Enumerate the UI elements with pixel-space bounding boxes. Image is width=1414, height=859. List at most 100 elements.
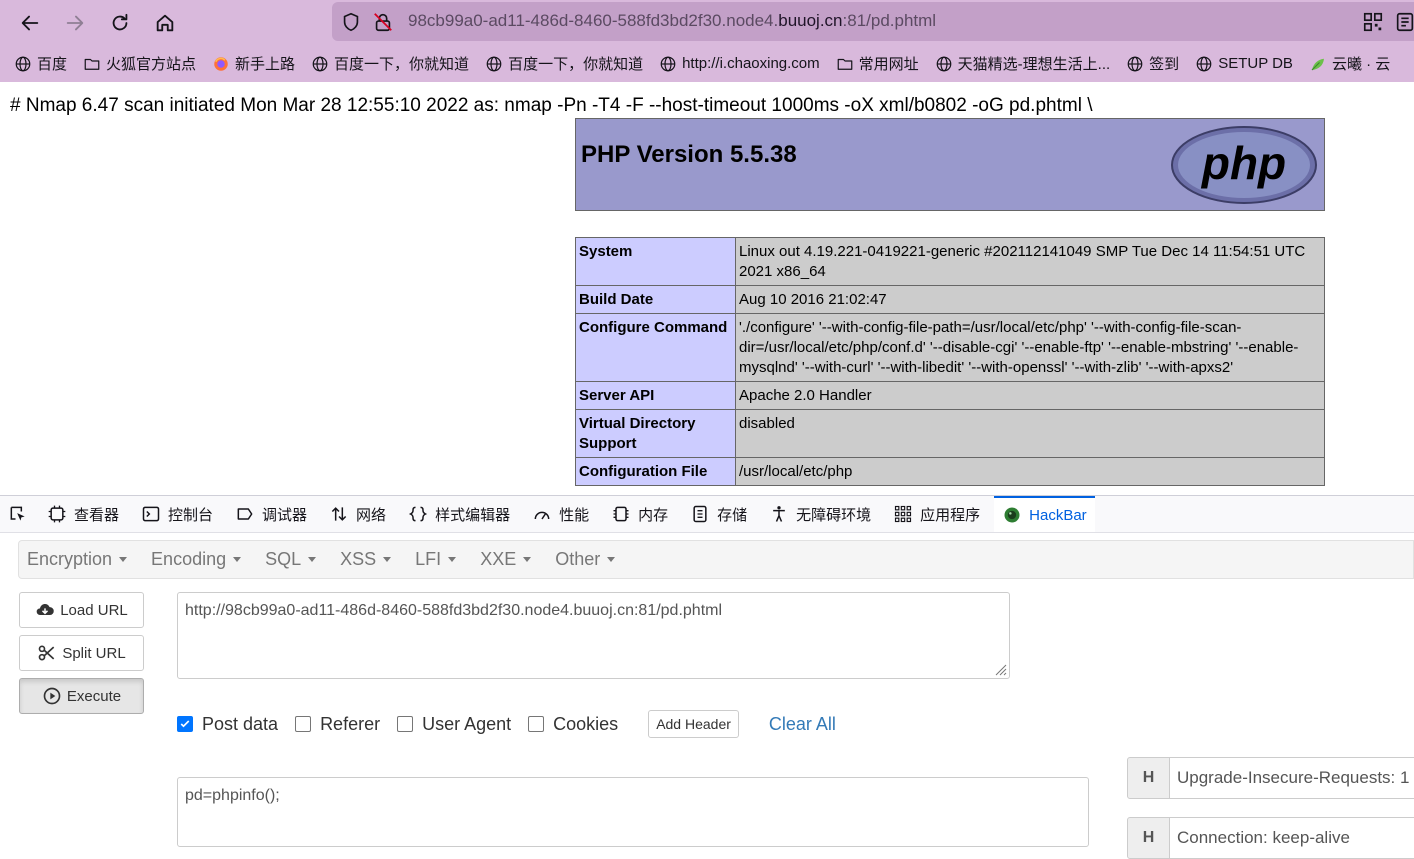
user-agent-checkbox[interactable]: User Agent (397, 714, 511, 735)
devtools-tab-4[interactable]: 网络 (329, 496, 386, 532)
php-version-header: PHP Version 5.5.38 php (575, 118, 1325, 211)
globe-icon (312, 56, 328, 71)
header-toggle-1[interactable]: H (1127, 757, 1170, 799)
bookmark-item[interactable]: 火狐官方站点 (83, 53, 196, 74)
bookmark-item[interactable]: 天猫精选-理想生活上... (935, 53, 1111, 74)
devtools-tab-10[interactable]: 应用程序 (893, 496, 980, 532)
devtools-tab-9[interactable]: 无障碍环境 (769, 496, 871, 532)
bookmark-item[interactable]: 新手上路 (212, 53, 295, 74)
hackbar-menu-lfi[interactable]: LFI (415, 549, 457, 570)
devtools-tab-1[interactable]: 查看器 (47, 496, 119, 532)
post-data-label: Post data (202, 713, 279, 734)
cookies-label: Cookies (553, 713, 619, 734)
hackbar-menu-encoding[interactable]: Encoding (151, 549, 242, 570)
back-button[interactable] (15, 8, 45, 38)
header-value-2[interactable]: Connection: keep-alive (1170, 817, 1414, 859)
clear-all-link[interactable]: Clear All (769, 714, 836, 735)
home-icon (156, 14, 174, 32)
bookmark-item[interactable]: http://i.chaoxing.com (659, 55, 820, 73)
bookmark-item[interactable]: 签到 (1126, 53, 1179, 74)
devtools-tab-label: 性能 (559, 506, 590, 524)
browser-toolbar: 98cb99a0-ad11-486d-8460-588fd3bd2f30.nod… (0, 0, 1414, 45)
bookmark-item[interactable]: 常用网址 (836, 53, 919, 74)
home-button[interactable] (150, 8, 180, 38)
devtools-tab-label: 样式编辑器 (435, 506, 511, 524)
post-data-value: pd=phpinfo(); (185, 787, 280, 804)
header-toggle-2[interactable]: H (1127, 817, 1170, 859)
devtools-tab-label: 查看器 (74, 506, 120, 524)
caret-down-icon (523, 557, 532, 562)
devtools-tab-11[interactable]: HackBar (994, 496, 1095, 532)
devtools-tab-label: 内存 (638, 506, 669, 524)
bookmark-item[interactable]: 百度一下，你就知道 (311, 53, 469, 74)
devtools-tab-label: 网络 (356, 506, 387, 524)
hackbar-menu-xss[interactable]: XSS (340, 549, 392, 570)
url-textarea[interactable]: http://98cb99a0-ad11-486d-8460-588fd3bd2… (177, 592, 1010, 679)
insecure-lock-icon[interactable] (372, 11, 394, 33)
split-url-button[interactable]: Split URL (19, 635, 144, 671)
phpinfo-key: Configuration File (575, 457, 736, 486)
phpinfo-key: Configure Command (575, 313, 736, 382)
header-row-1: H Upgrade-Insecure-Requests: 1 (1127, 757, 1414, 799)
user-agent-check-box[interactable] (397, 716, 414, 732)
caret-down-icon (383, 557, 392, 562)
leaf-icon (1311, 58, 1324, 70)
shield-icon[interactable] (340, 11, 362, 33)
bookmark-item[interactable]: SETUP DB (1195, 55, 1293, 73)
inspector-icon (48, 505, 66, 523)
bookmark-label: 签到 (1149, 56, 1180, 73)
referer-check-box[interactable] (295, 716, 312, 732)
devtools-tab-8[interactable]: 存储 (690, 496, 747, 532)
element-picker-button[interactable] (8, 496, 35, 532)
cookies-checkbox[interactable]: Cookies (528, 714, 618, 735)
hackbar-menu-sql[interactable]: SQL (265, 549, 317, 570)
devtools-tab-2[interactable]: 控制台 (141, 496, 213, 532)
referer-checkbox[interactable]: Referer (295, 714, 380, 735)
element-picker-icon (10, 506, 25, 521)
bookmark-label: 天猫精选-理想生活上... (957, 56, 1111, 73)
cookies-check-box[interactable] (528, 716, 545, 732)
add-header-button[interactable]: Add Header (648, 710, 739, 738)
devtools-tab-5[interactable]: 样式编辑器 (408, 496, 510, 532)
hackbar-menu-xxe[interactable]: XXE (480, 549, 532, 570)
load-url-button[interactable]: Load URL (19, 592, 144, 628)
url-bar[interactable]: 98cb99a0-ad11-486d-8460-588fd3bd2f30.nod… (332, 2, 1414, 41)
bookmark-item[interactable]: 云曦 · 云 (1309, 53, 1390, 74)
hackbar-menu-other[interactable]: Other (555, 549, 616, 570)
devtools-tab-7[interactable]: 内存 (611, 496, 668, 532)
execute-button[interactable]: Execute (19, 678, 144, 714)
bookmark-item[interactable]: 百度 (14, 53, 67, 74)
play-circle-icon (43, 687, 61, 705)
devtools-tab-3[interactable]: 调试器 (235, 496, 307, 532)
phpinfo-row: Configuration File/usr/local/etc/php (575, 457, 1325, 486)
url-text[interactable]: 98cb99a0-ad11-486d-8460-588fd3bd2f30.nod… (408, 11, 936, 31)
folder-icon (837, 58, 853, 70)
post-data-check-box[interactable] (177, 716, 193, 732)
bookmark-label: 百度一下，你就知道 (334, 56, 470, 73)
phpinfo-value: './configure' '--with-config-file-path=/… (735, 313, 1325, 382)
bookmark-label: 新手上路 (235, 56, 296, 73)
user-agent-label: User Agent (422, 713, 512, 734)
post-data-textarea[interactable]: pd=phpinfo(); (177, 777, 1089, 847)
bookmark-item[interactable]: 百度一下，你就知道 (485, 53, 643, 74)
phpinfo-key: Virtual Directory Support (575, 409, 736, 458)
hackbar-menu-encryption[interactable]: Encryption (27, 549, 128, 570)
phpinfo-table: System Linux out 4.19.221-0419221-generic… (575, 237, 1325, 486)
devtools-tab-6[interactable]: 性能 (532, 496, 589, 532)
hackbar-menu-label: XSS (340, 549, 377, 569)
php-version-title: PHP Version 5.5.38 (581, 141, 797, 168)
phpinfo-value: Apache 2.0 Handler (735, 381, 1325, 410)
qr-code-icon[interactable] (1362, 11, 1384, 33)
bookmarks-toolbar: 百度 火狐官方站点 新手上路 百度一下，你就知道 百度一下，你就知道 http://i.c… (0, 45, 1414, 82)
forward-button[interactable] (60, 8, 90, 38)
reload-button[interactable] (105, 8, 135, 38)
caret-down-icon (233, 557, 242, 562)
resize-grip-icon[interactable] (993, 662, 1007, 676)
header-value-1[interactable]: Upgrade-Insecure-Requests: 1 (1170, 757, 1414, 799)
hackbar-menu-label: Encryption (27, 549, 113, 569)
gauge-icon (534, 511, 550, 520)
reader-view-icon[interactable] (1394, 11, 1414, 33)
globe-icon (1196, 56, 1212, 71)
network-icon (331, 507, 347, 521)
post-data-checkbox[interactable]: Post data (177, 714, 278, 735)
